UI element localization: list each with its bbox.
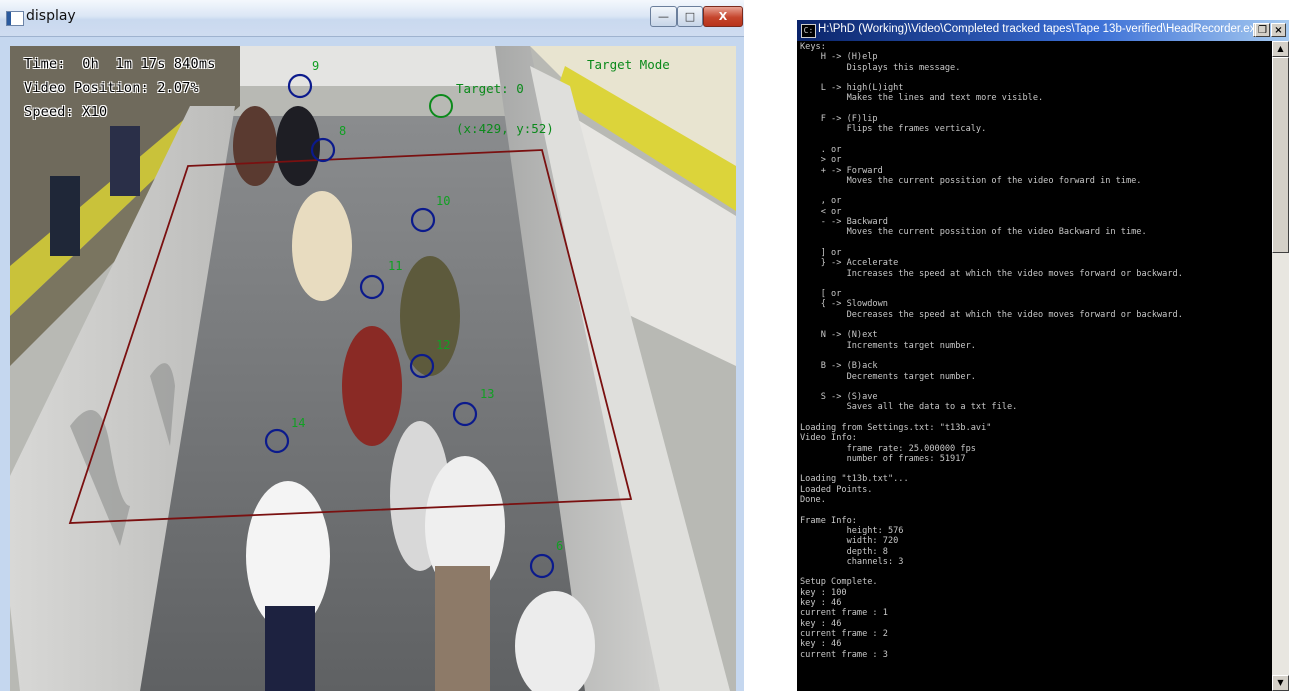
time-readout: Time: 0h 1m 17s 840ms xyxy=(24,56,216,72)
scroll-up-arrow-icon[interactable]: ▲ xyxy=(1272,41,1289,57)
scrollbar-thumb[interactable] xyxy=(1272,57,1289,253)
console-scrollbar[interactable]: ▲ ▼ xyxy=(1272,41,1289,691)
speed-readout: Speed: X10 xyxy=(24,104,108,120)
target-readout: Target: 0 xyxy=(456,81,524,96)
close-button[interactable]: X xyxy=(703,6,743,27)
target-label-9: 9 xyxy=(312,59,320,73)
display-window-title: display xyxy=(26,8,76,24)
target-label-12: 12 xyxy=(436,338,451,352)
window-icon xyxy=(6,11,24,26)
target-label-10: 10 xyxy=(436,194,451,208)
minimize-button[interactable]: — xyxy=(650,6,677,27)
target-label-6: 6 xyxy=(556,539,564,553)
mode-readout: Target Mode xyxy=(587,57,670,72)
console-text: Keys: H -> (H)elp Displays this message.… xyxy=(800,42,1183,660)
target-label-11: 11 xyxy=(388,259,403,273)
video-position-readout: Video Position: 2.07% xyxy=(24,80,199,96)
console-window: C: H:\PhD (Working)\Video\Completed trac… xyxy=(797,20,1289,691)
console-close-button[interactable]: × xyxy=(1271,23,1286,37)
maximize-button[interactable]: □ xyxy=(677,6,703,27)
target-label-14: 14 xyxy=(291,416,306,430)
video-scene xyxy=(10,46,736,691)
console-output[interactable]: Keys: H -> (H)elp Displays this message.… xyxy=(797,41,1271,691)
cursor-coordinates: (x:429, y:52) xyxy=(456,121,554,136)
display-window: display — □ X Time: 0h 1m 17s 840ms Vide… xyxy=(0,0,744,691)
target-label-8: 8 xyxy=(339,124,347,138)
console-icon: C: xyxy=(801,24,816,38)
console-restore-button[interactable]: ❐ xyxy=(1255,23,1270,37)
console-titlebar[interactable]: C: H:\PhD (Working)\Video\Completed trac… xyxy=(797,20,1289,41)
console-window-title: H:\PhD (Working)\Video\Completed tracked… xyxy=(818,23,1262,35)
target-label-13: 13 xyxy=(480,387,495,401)
video-frame[interactable]: Time: 0h 1m 17s 840ms Video Position: 2.… xyxy=(10,46,736,691)
scroll-down-arrow-icon[interactable]: ▼ xyxy=(1272,675,1289,691)
display-titlebar[interactable]: display — □ X xyxy=(0,0,744,37)
